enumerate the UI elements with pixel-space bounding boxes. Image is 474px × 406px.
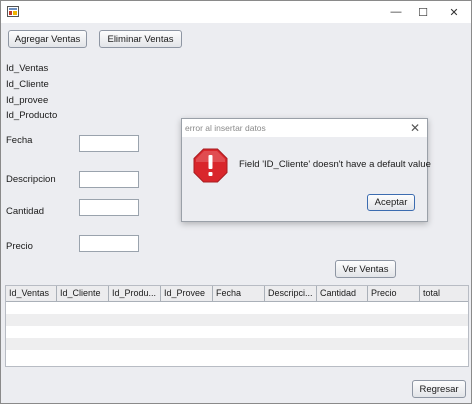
id-cliente-label: Id_Cliente — [6, 79, 49, 90]
error-dialog: error al insertar datos ✕ Field 'ID_Clie… — [181, 118, 431, 222]
precio-label: Precio — [6, 241, 33, 252]
close-icon[interactable]: ✕ — [410, 121, 420, 135]
add-sale-button[interactable]: Agregar Ventas — [8, 30, 87, 48]
column-header[interactable]: Fecha — [213, 286, 265, 301]
sales-table[interactable]: Id_Ventas Id_Cliente Id_Produ... Id_Prov… — [5, 285, 469, 367]
table-row — [6, 350, 468, 362]
minimize-icon[interactable]: — — [386, 4, 406, 20]
column-header[interactable]: Id_Provee — [161, 286, 213, 301]
column-header[interactable]: Cantidad — [317, 286, 368, 301]
close-icon[interactable]: ✕ — [444, 4, 464, 20]
fecha-label: Fecha — [6, 135, 33, 146]
title-bar: — ☐ ✕ — [1, 1, 471, 23]
table-header: Id_Ventas Id_Cliente Id_Produ... Id_Prov… — [6, 286, 468, 302]
cantidad-label: Cantidad — [6, 206, 45, 217]
id-provee-label: Id_provee — [6, 95, 49, 106]
table-row — [6, 314, 468, 326]
error-message: Field 'ID_Cliente' doesn't have a defaul… — [239, 159, 431, 170]
descripcion-label: Descripcion — [6, 174, 56, 185]
error-icon — [193, 148, 228, 183]
table-row — [6, 338, 468, 350]
cantidad-field[interactable] — [79, 199, 139, 216]
column-header[interactable]: Id_Ventas — [6, 286, 57, 301]
column-header[interactable]: Precio — [368, 286, 420, 301]
table-row — [6, 326, 468, 338]
id-producto-label: Id_Producto — [6, 110, 58, 121]
column-header[interactable]: Id_Produ... — [109, 286, 161, 301]
ver-ventas-button[interactable]: Ver Ventas — [335, 260, 396, 278]
maximize-icon[interactable]: ☐ — [413, 4, 433, 20]
fecha-field[interactable] — [79, 135, 139, 152]
delete-sale-button[interactable]: Eliminar Ventas — [99, 30, 182, 48]
accept-button[interactable]: Aceptar — [367, 194, 415, 211]
table-row — [6, 302, 468, 314]
regresar-button[interactable]: Regresar — [412, 380, 466, 398]
column-header[interactable]: Descripci... — [265, 286, 317, 301]
id-ventas-label: Id_Ventas — [6, 63, 49, 74]
column-header[interactable]: total — [420, 286, 468, 301]
dialog-title: error al insertar datos — [185, 123, 266, 133]
column-header[interactable]: Id_Cliente — [57, 286, 109, 301]
descripcion-field[interactable] — [79, 171, 139, 188]
precio-field[interactable] — [79, 235, 139, 252]
java-app-icon — [7, 6, 19, 17]
dialog-title-bar: error al insertar datos ✕ — [182, 119, 427, 137]
